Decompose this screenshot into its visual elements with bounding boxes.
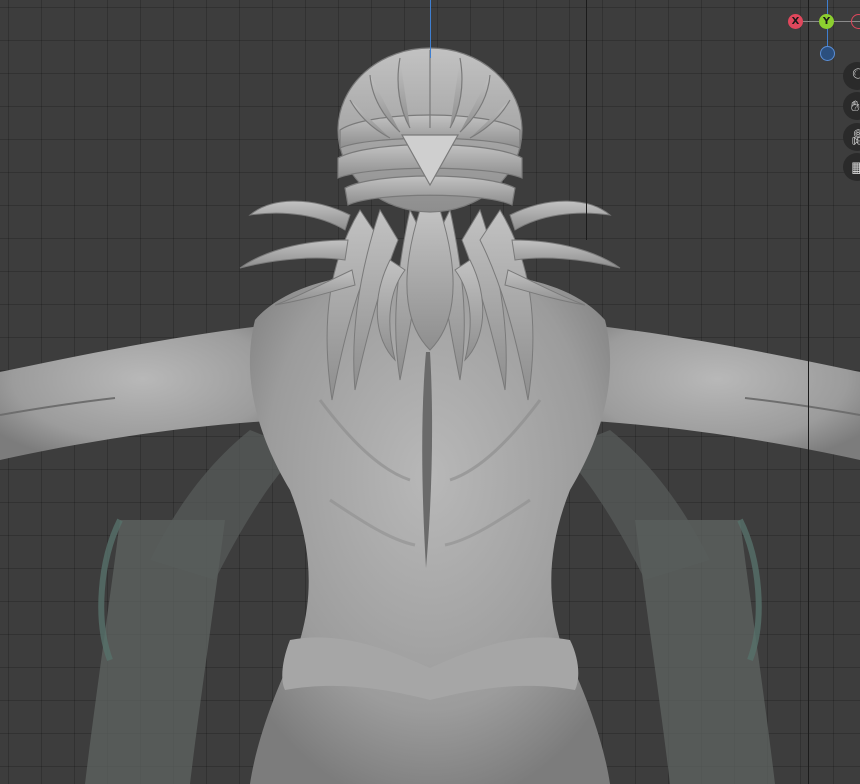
camera-icon: 🎥︎: [851, 123, 860, 151]
navigation-gizmo[interactable]: X Y: [784, 0, 860, 70]
sculpt-model: [0, 47, 860, 784]
hand-pan-icon: ✋︎: [851, 97, 860, 115]
3d-viewport[interactable]: X Y 🔍︎ ✋︎ 🎥︎ ▦: [0, 0, 860, 784]
gizmo-negative-z-axis[interactable]: [820, 46, 835, 61]
z-axis-line: [430, 0, 431, 58]
gizmo-x-axis[interactable]: X: [788, 14, 803, 29]
viewport-divider-line: [586, 0, 587, 240]
gizmo-y-axis[interactable]: Y: [819, 14, 834, 29]
zoom-icon: 🔍︎: [851, 62, 860, 90]
viewport-region-edge: [808, 0, 809, 784]
gizmo-negative-x-axis[interactable]: [851, 14, 860, 29]
grid-icon: ▦: [851, 158, 860, 176]
